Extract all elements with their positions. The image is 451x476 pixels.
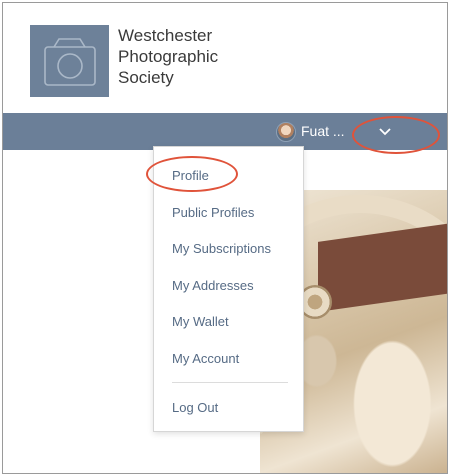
menu-item-my-addresses[interactable]: My Addresses (172, 278, 254, 293)
menu-item-log-out[interactable]: Log Out (172, 400, 218, 415)
org-name-line-2: Photographic (118, 47, 219, 66)
menu-item-my-account[interactable]: My Account (172, 351, 239, 366)
org-name[interactable]: Westchester Photographic Society (118, 25, 298, 88)
annotation-circle-profile (146, 156, 238, 192)
menu-item-public-profiles[interactable]: Public Profiles (172, 205, 254, 220)
menu-item-my-wallet[interactable]: My Wallet (172, 314, 229, 329)
user-avatar[interactable] (276, 122, 296, 142)
org-name-line-1: Westchester (118, 26, 213, 45)
annotation-circle-chevron (352, 116, 440, 154)
menu-item-my-subscriptions[interactable]: My Subscriptions (172, 241, 271, 256)
logo[interactable] (30, 25, 109, 97)
org-name-line-3: Society (118, 68, 174, 87)
user-name[interactable]: Fuat ... (301, 123, 345, 139)
camera-icon (44, 38, 96, 86)
menu-divider (172, 382, 288, 383)
page-frame: Westchester Photographic Society Fuat ..… (2, 2, 448, 474)
